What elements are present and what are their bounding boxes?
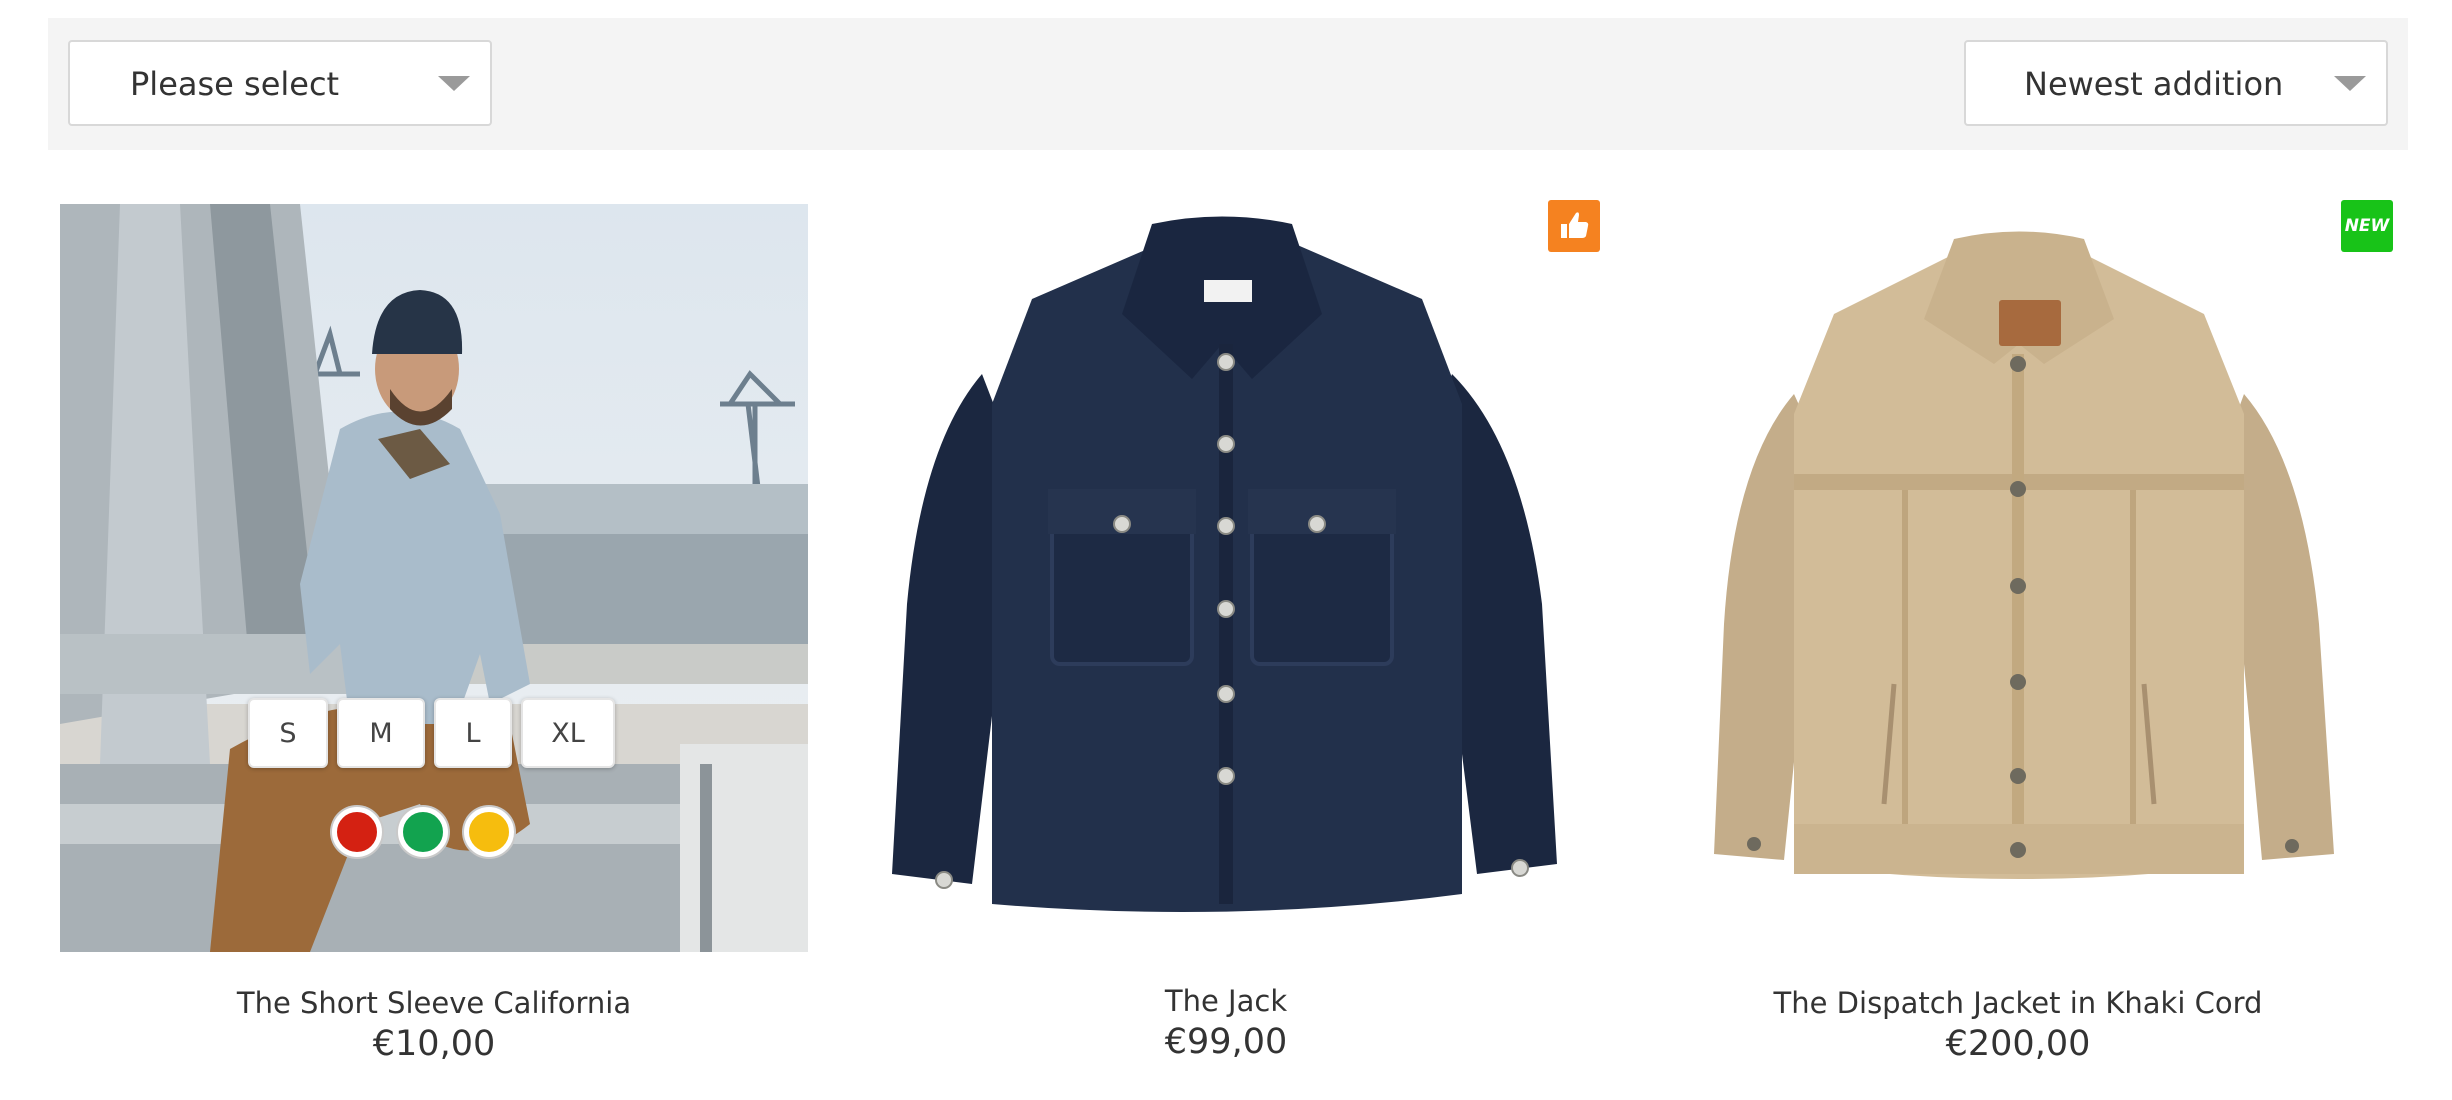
sort-select-value: Newest addition — [2024, 65, 2284, 103]
product-name[interactable]: The Short Sleeve California — [60, 986, 808, 1020]
color-options — [332, 807, 514, 857]
size-option-m[interactable]: M — [337, 698, 425, 768]
color-swatch-yellow[interactable] — [464, 807, 514, 857]
size-option-xl[interactable]: XL — [521, 698, 615, 768]
category-select-value: Please select — [130, 65, 340, 103]
product-price: €10,00 — [372, 1024, 496, 1064]
product-price: €99,00 — [1164, 1022, 1288, 1062]
category-select[interactable]: Please select — [68, 40, 492, 126]
size-option-l[interactable]: L — [434, 698, 512, 768]
color-swatch-red[interactable] — [332, 807, 382, 857]
filter-bar: Please select Newest addition — [48, 18, 2408, 150]
product-image-khaki-cord-jacket[interactable] — [1644, 204, 2392, 952]
size-options: S M L XL — [248, 698, 615, 768]
product-name[interactable]: The Jack — [852, 984, 1600, 1018]
new-badge: NEW — [2341, 200, 2393, 252]
product-name[interactable]: The Dispatch Jacket in Khaki Cord — [1644, 986, 2392, 1020]
sort-select[interactable]: Newest addition — [1964, 40, 2388, 126]
product-image-navy-jacket[interactable] — [852, 204, 1600, 952]
color-swatch-green[interactable] — [398, 807, 448, 857]
thumbs-up-icon — [1548, 200, 1600, 252]
size-option-s[interactable]: S — [248, 698, 328, 768]
caret-down-icon — [2334, 76, 2366, 91]
caret-down-icon — [438, 76, 470, 91]
product-price: €200,00 — [1945, 1024, 2091, 1064]
